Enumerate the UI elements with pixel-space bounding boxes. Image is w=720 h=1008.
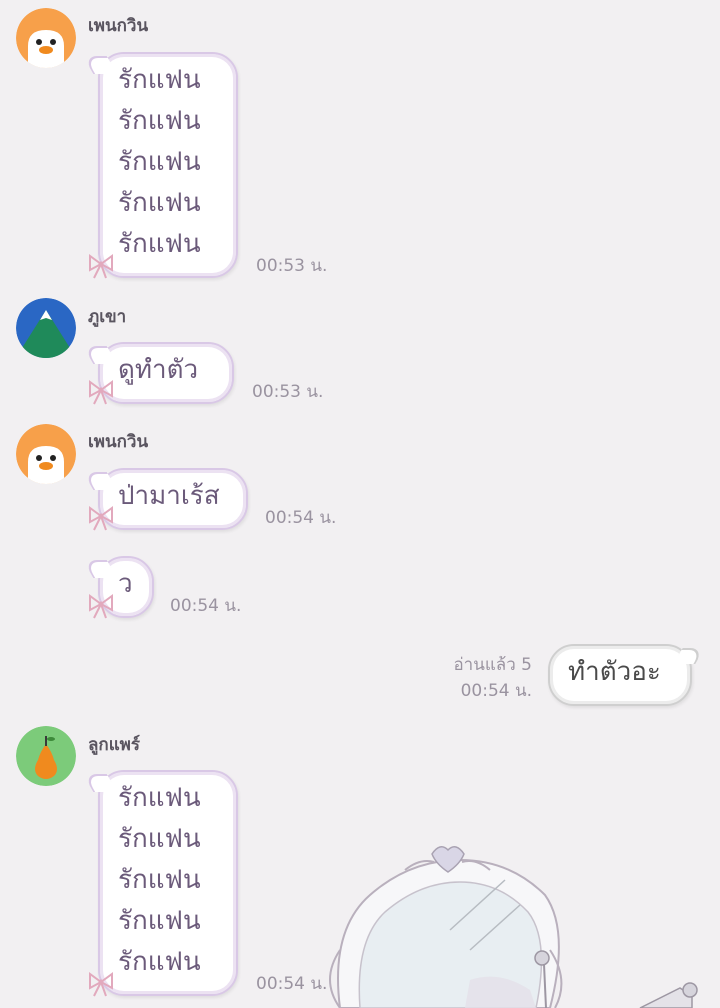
message-line: รักแฟน — [118, 229, 201, 259]
message-time: 00:53 น. — [252, 382, 324, 402]
mountain-avatar-icon[interactable] — [16, 298, 76, 358]
penguin-avatar-icon[interactable] — [16, 424, 76, 484]
message-line: รักแฟน — [118, 824, 201, 854]
read-receipt: อ่านแล้ว 5 — [453, 655, 532, 675]
sender-name: เพนกวิน — [88, 432, 149, 452]
message-line: รักแฟน — [118, 147, 201, 177]
message-line: ว — [118, 569, 133, 599]
message-bubble[interactable]: รักแฟน รักแฟน รักแฟน รักแฟน รักแฟน — [98, 52, 238, 278]
message-line: รักแฟน — [118, 106, 201, 136]
message-time: 00:54 น. — [460, 681, 532, 701]
message-line: รักแฟน — [118, 783, 201, 813]
message-bubble[interactable]: ดูทำตัว — [98, 342, 234, 404]
ribbon-bow-icon — [86, 590, 116, 620]
message-meta: อ่านแล้ว 5 00:54 น. — [453, 652, 532, 704]
message-line: ทำตัวอะ — [568, 657, 661, 687]
penguin-avatar-icon[interactable] — [16, 8, 76, 68]
mirror-sticker[interactable] — [300, 840, 720, 1008]
message-line: ดูทำตัว — [118, 355, 199, 385]
ribbon-bow-icon — [86, 502, 116, 532]
message-line: รักแฟน — [118, 865, 201, 895]
message-line: รักแฟน — [118, 947, 201, 977]
message-line: ป่ามาเร้ส — [118, 481, 220, 511]
sender-name: เพนกวิน — [88, 16, 149, 36]
message-time: 00:54 น. — [170, 596, 242, 616]
message-bubble[interactable]: รักแฟน รักแฟน รักแฟน รักแฟน รักแฟน — [98, 770, 238, 996]
message-line: รักแฟน — [118, 906, 201, 936]
ribbon-bow-icon — [86, 376, 116, 406]
message-line: รักแฟน — [118, 188, 201, 218]
sender-name: ภูเขา — [88, 307, 127, 327]
pear-avatar-icon[interactable] — [16, 726, 76, 786]
message-line: รักแฟน — [118, 65, 201, 95]
ribbon-bow-icon — [86, 250, 116, 280]
message-time: 00:53 น. — [256, 256, 328, 276]
message-time: 00:54 น. — [265, 508, 337, 528]
sender-name: ลูกแพร์ — [88, 735, 141, 755]
message-bubble[interactable]: ป่ามาเร้ส — [98, 468, 248, 530]
outgoing-message-bubble[interactable]: ทำตัวอะ — [548, 644, 692, 706]
ribbon-bow-icon — [86, 968, 116, 998]
